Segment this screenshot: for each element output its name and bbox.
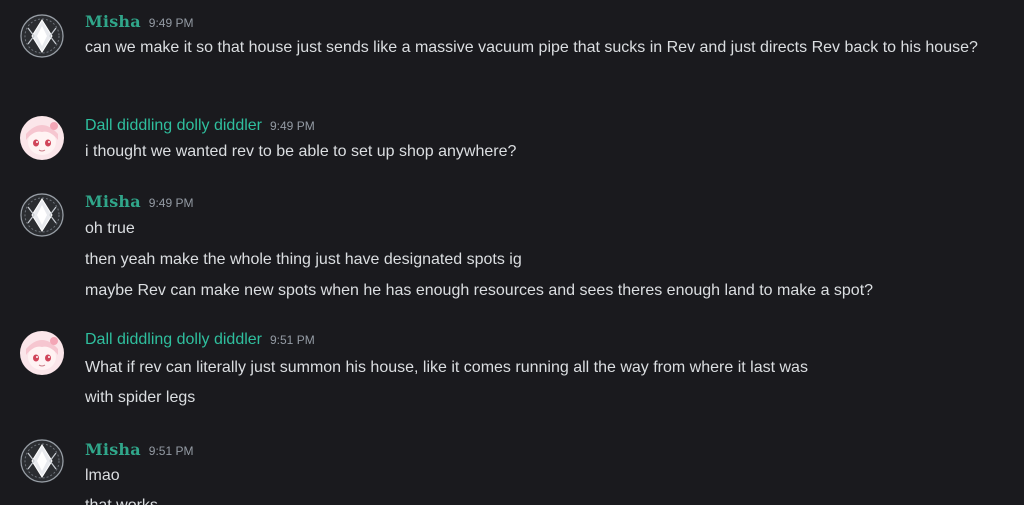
username[interactable]: Misha — [85, 192, 141, 211]
message-text: i thought we wanted rev to be able to se… — [85, 143, 517, 160]
misha-avatar[interactable] — [20, 14, 64, 58]
message-text: can we make it so that house just sends … — [85, 39, 978, 56]
message-text: with spider legs — [85, 389, 196, 406]
message-header: Misha 9:49 PM — [85, 11, 194, 33]
misha-avatar[interactable] — [20, 439, 64, 483]
message-text: maybe Rev can make new spots when he has… — [85, 282, 874, 299]
username[interactable]: Misha — [85, 12, 141, 31]
dall-avatar[interactable] — [20, 116, 64, 160]
message-text: lmao — [85, 467, 120, 484]
message-text: then yeah make the whole thing just have… — [85, 251, 522, 268]
username[interactable]: Misha — [85, 440, 141, 459]
timestamp: 9:49 PM — [148, 16, 194, 30]
message-text: oh true — [85, 220, 135, 237]
anime-character-icon — [20, 331, 64, 375]
anime-character-icon — [20, 116, 64, 160]
message-header: Misha 9:51 PM — [85, 439, 194, 461]
misha-avatar[interactable] — [20, 193, 64, 237]
message-text: What if rev can literally just summon hi… — [85, 359, 808, 376]
username[interactable]: Dall diddling dolly diddler — [85, 117, 262, 134]
diamond-crest-icon — [20, 193, 64, 237]
dall-avatar[interactable] — [20, 331, 64, 375]
message-header: Misha 9:49 PM — [85, 191, 194, 213]
timestamp: 9:49 PM — [148, 196, 194, 210]
timestamp: 9:49 PM — [270, 119, 315, 133]
diamond-crest-icon — [20, 14, 64, 58]
timestamp: 9:51 PM — [148, 444, 194, 458]
message-header: Dall diddling dolly diddler 9:51 PM — [85, 329, 315, 351]
chat-message-list: Misha 9:49 PM can we make it so that hous… — [0, 0, 1024, 505]
message-header: Dall diddling dolly diddler 9:49 PM — [85, 115, 315, 137]
message-text: that works — [85, 494, 1005, 505]
diamond-crest-icon — [20, 439, 64, 483]
username[interactable]: Dall diddling dolly diddler — [85, 331, 262, 348]
timestamp: 9:51 PM — [270, 333, 315, 347]
